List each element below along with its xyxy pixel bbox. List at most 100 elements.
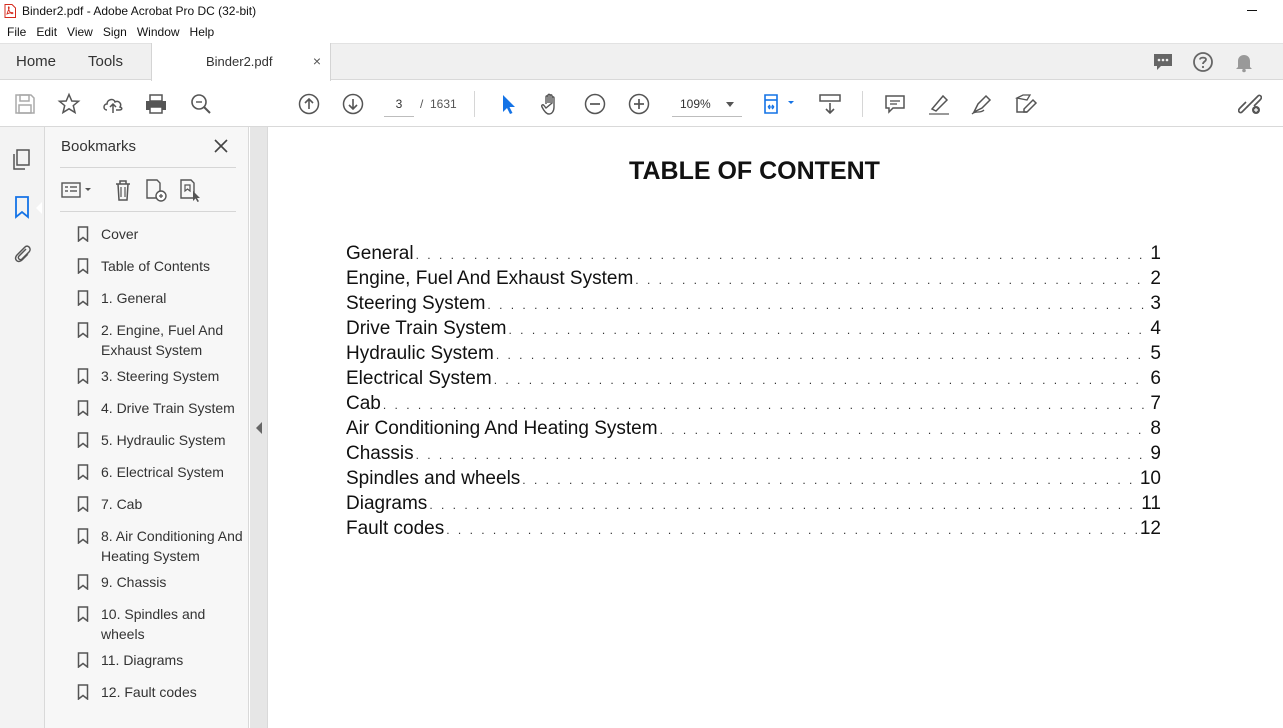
toolbar-divider: [862, 91, 863, 117]
zoom-dropdown[interactable]: 109%: [672, 91, 742, 117]
toc-entry-title: Hydraulic System: [346, 343, 494, 364]
tab-tools[interactable]: Tools: [88, 44, 123, 80]
zoom-value: 109%: [680, 97, 711, 111]
toc-leader-dots: [660, 423, 1149, 437]
window-title: Binder2.pdf - Adobe Acrobat Pro DC (32-b…: [22, 4, 257, 18]
bookmark-label: 10. Spindles and wheels: [101, 606, 206, 642]
bookmark-icon: [77, 290, 89, 307]
left-navigation-rail: [0, 127, 45, 728]
upload-cloud-icon[interactable]: [101, 92, 125, 116]
search-icon[interactable]: [189, 92, 213, 116]
toc-entry-page: 4: [1150, 318, 1161, 339]
bookmark-label: 12. Fault codes: [101, 684, 197, 700]
toc-row[interactable]: General 1: [346, 243, 1161, 268]
chevron-down-icon: [726, 102, 734, 107]
panel-divider: [60, 211, 236, 212]
close-tab-icon[interactable]: ×: [311, 54, 323, 68]
active-panel-marker: [36, 202, 42, 214]
toc-leader-dots: [383, 398, 1149, 412]
toc-row[interactable]: Chassis 9: [346, 443, 1161, 468]
zoom-out-icon[interactable]: [583, 92, 607, 116]
page-fit-icon[interactable]: [762, 92, 798, 116]
collapse-panel-icon[interactable]: [256, 422, 262, 434]
bookmark-label: 5. Hydraulic System: [101, 432, 226, 448]
bookmark-icon: [77, 574, 89, 591]
close-icon[interactable]: [213, 138, 229, 154]
bookmark-options-icon[interactable]: [60, 177, 96, 203]
add-comment-icon[interactable]: [883, 92, 907, 116]
tab-home[interactable]: Home: [16, 44, 56, 80]
toc-row[interactable]: Diagrams 11: [346, 493, 1161, 518]
previous-page-icon[interactable]: [297, 92, 321, 116]
menu-window[interactable]: Window: [132, 22, 185, 43]
select-cursor-icon[interactable]: [496, 92, 520, 116]
toc-leader-dots: [487, 298, 1148, 312]
title-bar: Binder2.pdf - Adobe Acrobat Pro DC (32-b…: [0, 0, 1283, 22]
comment-bubble-icon[interactable]: [1152, 51, 1174, 73]
menu-sign[interactable]: Sign: [98, 22, 132, 43]
bookmark-icon[interactable]: [11, 195, 33, 219]
bookmark-label: 6. Electrical System: [101, 464, 224, 480]
bookmarks-panel: Bookmarks Cover Table of Contents 1. Gener…: [45, 127, 249, 728]
toc-entry-page: 6: [1150, 368, 1161, 389]
bookmark-icon: [77, 528, 89, 545]
bookmark-icon: [77, 400, 89, 417]
toc-entry-title: Spindles and wheels: [346, 468, 521, 489]
notification-bell-icon[interactable]: [1233, 51, 1255, 73]
edit-pdf-icon[interactable]: [1014, 92, 1038, 116]
toc-entry-title: General: [346, 243, 414, 264]
hand-tool-icon[interactable]: [539, 92, 563, 116]
toc-leader-dots: [496, 348, 1149, 362]
menu-view[interactable]: View: [62, 22, 98, 43]
bookmark-icon: [77, 432, 89, 449]
toc-entry-page: 3: [1150, 293, 1161, 314]
page-heading: TABLE OF CONTENT: [629, 157, 880, 185]
toc-entry-title: Drive Train System: [346, 318, 507, 339]
scroll-mode-icon[interactable]: [818, 92, 842, 116]
star-icon[interactable]: [57, 92, 81, 116]
toc-entry-page: 10: [1139, 468, 1161, 489]
menu-file[interactable]: File: [2, 22, 31, 43]
toc-entry-page: 5: [1150, 343, 1161, 364]
toc-row[interactable]: Electrical System 6: [346, 368, 1161, 393]
zoom-in-icon[interactable]: [627, 92, 651, 116]
toc-row[interactable]: Steering System 3: [346, 293, 1161, 318]
page-number-input[interactable]: 3: [384, 91, 414, 117]
toc-row[interactable]: Fault codes 12: [346, 518, 1161, 543]
help-icon[interactable]: [1192, 51, 1214, 73]
share-link-icon[interactable]: [1238, 92, 1262, 116]
toc-leader-dots: [635, 273, 1148, 287]
next-page-icon[interactable]: [341, 92, 365, 116]
document-view[interactable]: TABLE OF CONTENT General 1 Engine, Fuel An…: [269, 127, 1283, 728]
bookmark-icon: [77, 322, 89, 339]
menu-help[interactable]: Help: [185, 22, 220, 43]
paperclip-icon[interactable]: [11, 241, 33, 265]
bookmark-icon: [77, 684, 89, 701]
tab-document[interactable]: Binder2.pdf ×: [151, 43, 331, 81]
bookmark-icon: [77, 606, 89, 623]
page-thumbnails-icon[interactable]: [11, 148, 33, 172]
pdf-app-icon: [4, 4, 16, 18]
menu-edit[interactable]: Edit: [31, 22, 62, 43]
toc-row[interactable]: Spindles and wheels 10: [346, 468, 1161, 493]
new-bookmark-icon[interactable]: [144, 177, 168, 203]
toc-row[interactable]: Air Conditioning And Heating System 8: [346, 418, 1161, 443]
toc-row[interactable]: Cab 7: [346, 393, 1161, 418]
tab-bar: Home Tools Binder2.pdf ×: [0, 43, 1283, 81]
highlight-pen-icon[interactable]: [927, 92, 951, 116]
save-icon[interactable]: [13, 92, 37, 116]
sign-pen-icon[interactable]: [970, 92, 994, 116]
toc-entry-title: Air Conditioning And Heating System: [346, 418, 658, 439]
bookmark-label: 8. Air Conditioning And Heating System: [101, 528, 243, 564]
print-icon[interactable]: [144, 92, 168, 116]
panel-splitter[interactable]: [250, 127, 268, 728]
toc-leader-dots: [508, 323, 1148, 337]
minimize-icon[interactable]: [1247, 10, 1257, 11]
toc-row[interactable]: Engine, Fuel And Exhaust System 2: [346, 268, 1161, 293]
bookmark-from-selection-icon[interactable]: [178, 177, 202, 203]
toc-leader-dots: [416, 248, 1149, 262]
toc-row[interactable]: Drive Train System 4: [346, 318, 1161, 343]
toc-row[interactable]: Hydraulic System 5: [346, 343, 1161, 368]
delete-bookmark-icon[interactable]: [111, 177, 135, 203]
toc-entry-title: Steering System: [346, 293, 486, 314]
